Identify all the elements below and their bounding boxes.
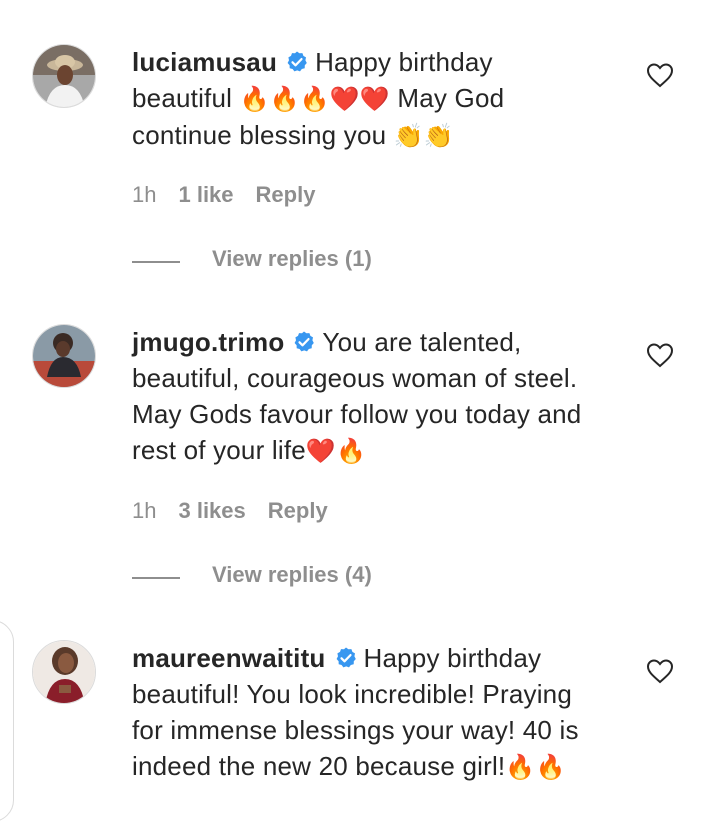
replies-divider <box>132 261 180 263</box>
avatar[interactable] <box>32 324 96 388</box>
verified-badge-icon <box>336 647 356 668</box>
comment-meta: 1h 3 likes Reply <box>132 498 350 524</box>
verified-badge-icon <box>295 331 315 352</box>
avatar-image <box>33 641 95 703</box>
emoji-group: 🔥🔥 <box>505 753 566 781</box>
replies-divider <box>132 577 180 579</box>
side-panel-edge <box>0 620 14 822</box>
comment-username[interactable]: luciamusau <box>132 47 277 77</box>
avatar-image <box>33 45 95 107</box>
reply-button[interactable]: Reply <box>256 182 316 207</box>
like-count[interactable]: 1 like <box>178 182 233 207</box>
emoji-group: 👏👏 <box>393 122 454 150</box>
comment-time: 1h <box>132 182 157 207</box>
view-replies-button[interactable]: View replies (4) <box>132 562 432 592</box>
emoji-group: 🔥🔥🔥❤️❤️ <box>239 85 390 113</box>
comment-text: luciamusau Happy birthday beautiful 🔥🔥🔥❤️… <box>132 47 505 150</box>
avatar[interactable] <box>32 640 96 704</box>
view-replies-label: View replies (1) <box>212 246 372 271</box>
heart-outline-icon[interactable] <box>646 658 674 684</box>
emoji-group: ❤️🔥 <box>305 437 367 465</box>
reply-button[interactable]: Reply <box>268 498 328 523</box>
verified-badge-icon <box>287 51 307 72</box>
view-replies-button[interactable]: View replies (1) <box>132 246 432 276</box>
comment-text: jmugo.trimo You are talented, beautiful, … <box>132 327 582 465</box>
heart-outline-icon[interactable] <box>646 62 674 88</box>
view-replies-label: View replies (4) <box>212 562 372 587</box>
comment-username[interactable]: jmugo.trimo <box>132 327 284 357</box>
comment-time: 1h <box>132 498 157 523</box>
avatar[interactable] <box>32 44 96 108</box>
heart-outline-icon[interactable] <box>646 342 674 368</box>
like-count[interactable]: 3 likes <box>178 498 245 523</box>
comment-text: maureenwaititu Happy birthday beautiful! … <box>132 643 579 781</box>
avatar-image <box>33 325 95 387</box>
comment-username[interactable]: maureenwaititu <box>132 643 326 673</box>
comment-meta: 1h 1 like Reply <box>132 182 337 208</box>
